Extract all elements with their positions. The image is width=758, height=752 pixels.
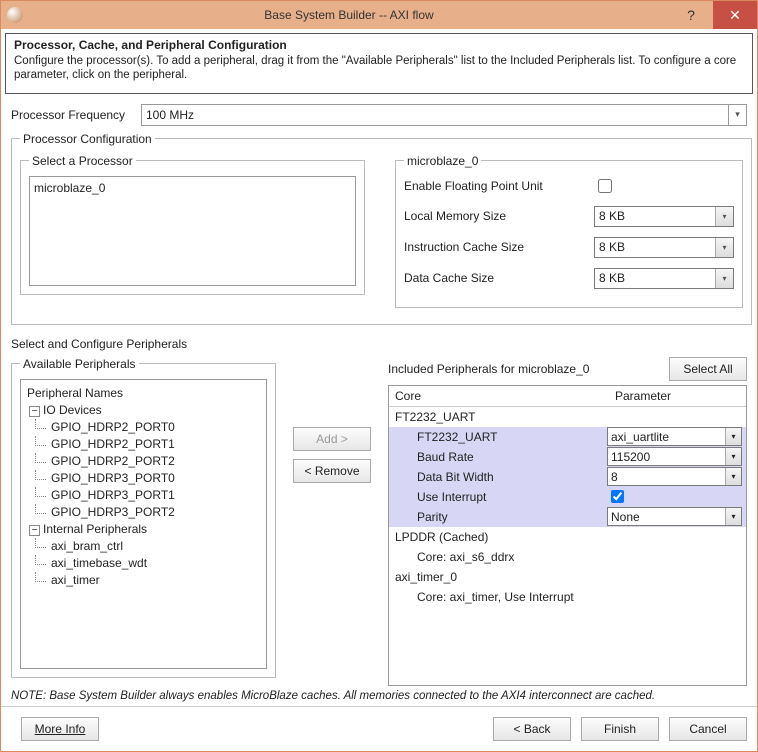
processor-frequency-select[interactable]: 100 MHz ▾ [141,104,747,126]
grid-row[interactable]: Core: axi_s6_ddrx [389,547,746,567]
parity-select[interactable]: None▾ [607,507,742,526]
select-processor-legend: Select a Processor [29,154,136,168]
select-peripherals-label: Select and Configure Peripherals [11,337,747,351]
processor-configuration-group: Processor Configuration Select a Process… [11,132,752,325]
data-bit-width-select[interactable]: 8▾ [607,467,742,486]
grid-group-row[interactable]: FT2232_UART [389,407,746,427]
icache-label: Instruction Cache Size [404,240,594,254]
tree-item[interactable]: GPIO_HDRP2_PORT2 [23,453,264,470]
grid-row[interactable]: Core: axi_timer, Use Interrupt [389,587,746,607]
column-header-core: Core [389,386,609,406]
chevron-down-icon: ▾ [725,468,741,485]
close-button[interactable]: ✕ [713,1,757,29]
dcache-label: Data Cache Size [404,271,594,285]
window-title: Base System Builder -- AXI flow [29,8,669,22]
microblaze-settings-group: microblaze_0 Enable Floating Point Unit … [395,154,743,308]
microblaze-legend: microblaze_0 [404,154,481,168]
chevron-down-icon: ▾ [715,269,733,288]
included-peripherals-grid[interactable]: Core Parameter FT2232_UART FT2232_UART a… [388,385,747,686]
icache-select[interactable]: 8 KB▾ [594,237,734,258]
chevron-down-icon: ▾ [725,508,741,525]
processor-frequency-label: Processor Frequency [11,108,141,122]
baud-rate-select[interactable]: 115200▾ [607,447,742,466]
cache-note: NOTE: Base System Builder always enables… [1,686,757,706]
cancel-button[interactable]: Cancel [669,717,747,741]
select-all-button[interactable]: Select All [669,357,747,381]
tree-node-internal[interactable]: −Internal Peripherals [23,521,264,538]
dcache-select[interactable]: 8 KB▾ [594,268,734,289]
tree-item[interactable]: axi_bram_ctrl [23,538,264,555]
select-processor-group: Select a Processor microblaze_0 [20,154,365,295]
grid-group-row[interactable]: axi_timer_0 [389,567,746,587]
grid-row[interactable]: Data Bit Width 8▾ [389,467,746,487]
tree-item[interactable]: GPIO_HDRP2_PORT1 [23,436,264,453]
fpu-label: Enable Floating Point Unit [404,179,594,193]
collapse-icon[interactable]: − [29,525,40,536]
tree-header: Peripheral Names [23,384,264,402]
column-header-parameter: Parameter [609,386,746,406]
core-select[interactable]: axi_uartlite▾ [607,427,742,446]
processor-item[interactable]: microblaze_0 [34,181,351,195]
tree-node-io-devices[interactable]: −IO Devices [23,402,264,419]
grid-row[interactable]: Baud Rate 115200▾ [389,447,746,467]
grid-row[interactable]: Parity None▾ [389,507,746,527]
chevron-down-icon: ▾ [725,428,741,445]
chevron-down-icon: ▾ [715,238,733,257]
available-peripherals-tree[interactable]: Peripheral Names −IO Devices GPIO_HDRP2_… [20,379,267,669]
dialog-window: Base System Builder -- AXI flow ? ✕ Proc… [0,0,758,752]
grid-row[interactable]: Use Interrupt [389,487,746,507]
footer: More Info < Back Finish Cancel [1,706,757,751]
tree-item[interactable]: GPIO_HDRP3_PORT1 [23,487,264,504]
tree-item[interactable]: axi_timer [23,572,264,589]
header-description: Configure the processor(s). To add a per… [14,54,744,83]
processor-configuration-legend: Processor Configuration [20,132,155,146]
finish-button[interactable]: Finish [581,717,659,741]
tree-item[interactable]: axi_timebase_wdt [23,555,264,572]
available-peripherals-legend: Available Peripherals [20,357,139,371]
collapse-icon[interactable]: − [29,406,40,417]
add-button[interactable]: Add > [293,427,371,451]
available-peripherals-group: Available Peripherals Peripheral Names −… [11,357,276,678]
chevron-down-icon: ▾ [728,105,746,125]
local-memory-label: Local Memory Size [404,209,594,223]
tree-item[interactable]: GPIO_HDRP3_PORT2 [23,504,264,521]
titlebar: Base System Builder -- AXI flow ? ✕ [1,1,757,29]
more-info-button[interactable]: More Info [21,717,99,741]
chevron-down-icon: ▾ [725,448,741,465]
help-button[interactable]: ? [669,1,713,29]
local-memory-select[interactable]: 8 KB▾ [594,206,734,227]
header-title: Processor, Cache, and Peripheral Configu… [14,38,744,52]
processor-listbox[interactable]: microblaze_0 [29,176,356,286]
grid-row[interactable]: FT2232_UART axi_uartlite▾ [389,427,746,447]
chevron-down-icon: ▾ [715,207,733,226]
tree-item[interactable]: GPIO_HDRP3_PORT0 [23,470,264,487]
app-icon [7,7,23,23]
grid-group-row[interactable]: LPDDR (Cached) [389,527,746,547]
remove-button[interactable]: < Remove [293,459,371,483]
processor-frequency-value: 100 MHz [146,108,194,122]
header-panel: Processor, Cache, and Peripheral Configu… [5,33,753,94]
fpu-checkbox[interactable] [598,179,612,193]
included-peripherals-label: Included Peripherals for microblaze_0 [388,362,669,376]
back-button[interactable]: < Back [493,717,571,741]
tree-item[interactable]: GPIO_HDRP2_PORT0 [23,419,264,436]
grid-header: Core Parameter [389,386,746,407]
use-interrupt-checkbox[interactable] [611,490,624,503]
